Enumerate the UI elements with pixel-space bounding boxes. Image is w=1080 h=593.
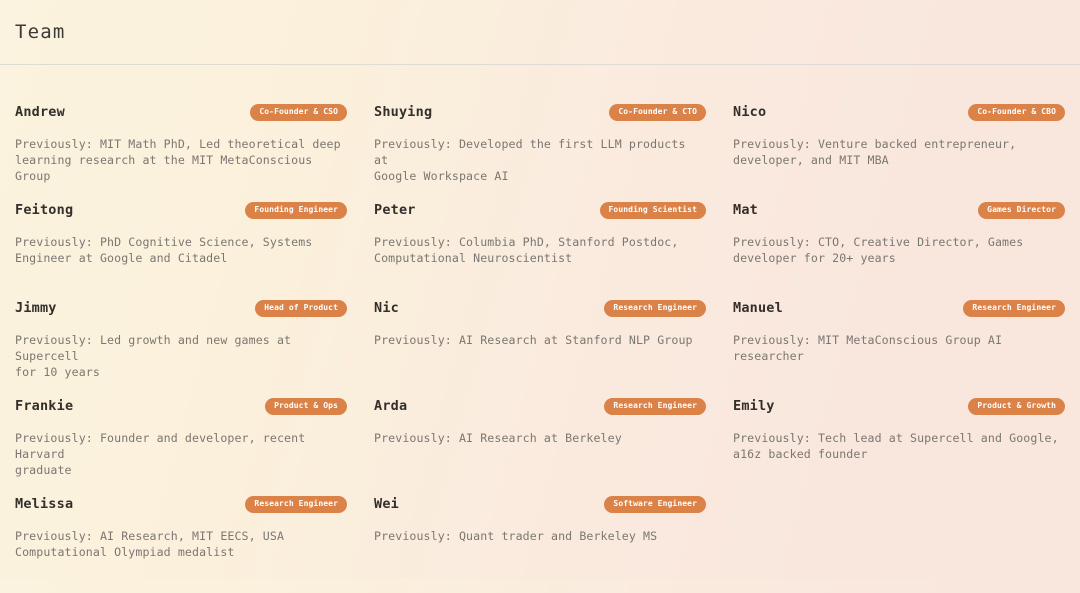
team-member-bio: Previously: Led growth and new games at … bbox=[15, 333, 347, 381]
team-member-role-badge: Founding Engineer bbox=[245, 202, 347, 219]
team-member-role-badge: Research Engineer bbox=[963, 300, 1065, 317]
team-member-bio: Previously: MIT Math PhD, Led theoretica… bbox=[15, 137, 347, 185]
team-page: Team Andrew Co-Founder & CSO Previously: M… bbox=[0, 0, 1080, 579]
team-member-role-badge: Games Director bbox=[978, 202, 1065, 219]
team-member-card: Mat Games Director Previously: CTO, Creati… bbox=[733, 201, 1065, 299]
team-member-card: Nico Co-Founder & CBO Previously: Venture … bbox=[733, 103, 1065, 201]
team-member-header: Emily Product & Growth bbox=[733, 397, 1065, 415]
team-member-header: Shuying Co-Founder & CTO bbox=[374, 103, 706, 121]
team-member-bio: Previously: AI Research at Stanford NLP … bbox=[374, 333, 706, 349]
team-member-header: Frankie Product & Ops bbox=[15, 397, 347, 415]
team-member-name: Nico bbox=[733, 104, 766, 120]
team-member-name: Feitong bbox=[15, 202, 73, 218]
team-member-bio: Previously: AI Research, MIT EECS, USA C… bbox=[15, 529, 347, 561]
team-member-role-badge: Research Engineer bbox=[604, 300, 706, 317]
team-member-role-badge: Product & Ops bbox=[265, 398, 347, 415]
team-member-bio: Previously: Venture backed entrepreneur,… bbox=[733, 137, 1065, 169]
team-member-card: Jimmy Head of Product Previously: Led grow… bbox=[15, 299, 347, 397]
team-member-role-badge: Research Engineer bbox=[245, 496, 347, 513]
team-member-role-badge: Co-Founder & CBO bbox=[968, 104, 1065, 121]
team-member-bio: Previously: AI Research at Berkeley bbox=[374, 431, 706, 447]
team-member-card: Feitong Founding Engineer Previously: PhD … bbox=[15, 201, 347, 299]
team-member-card: Wei Software Engineer Previously: Quant tr… bbox=[374, 495, 706, 593]
team-member-header: Melissa Research Engineer bbox=[15, 495, 347, 513]
team-member-grid: Andrew Co-Founder & CSO Previously: MIT Ma… bbox=[0, 65, 1080, 593]
team-member-role-badge: Co-Founder & CTO bbox=[609, 104, 706, 121]
team-member-card: Emily Product & Growth Previously: Tech le… bbox=[733, 397, 1065, 495]
team-member-name: Wei bbox=[374, 496, 399, 512]
team-member-card: Frankie Product & Ops Previously: Founder … bbox=[15, 397, 347, 495]
team-member-bio: Previously: Columbia PhD, Stanford Postd… bbox=[374, 235, 706, 267]
team-member-card: Nic Research Engineer Previously: AI Resea… bbox=[374, 299, 706, 397]
team-member-name: Peter bbox=[374, 202, 416, 218]
team-member-card: Andrew Co-Founder & CSO Previously: MIT Ma… bbox=[15, 103, 347, 201]
team-member-header: Jimmy Head of Product bbox=[15, 299, 347, 317]
team-member-name: Frankie bbox=[15, 398, 73, 414]
team-member-name: Nic bbox=[374, 300, 399, 316]
team-member-name: Manuel bbox=[733, 300, 783, 316]
team-member-name: Melissa bbox=[15, 496, 73, 512]
team-member-name: Andrew bbox=[15, 104, 65, 120]
team-member-bio: Previously: MIT MetaConscious Group AI r… bbox=[733, 333, 1065, 365]
team-member-name: Shuying bbox=[374, 104, 432, 120]
team-member-bio: Previously: Quant trader and Berkeley MS bbox=[374, 529, 706, 545]
team-member-header: Nico Co-Founder & CBO bbox=[733, 103, 1065, 121]
team-member-name: Emily bbox=[733, 398, 775, 414]
team-member-role-badge: Software Engineer bbox=[604, 496, 706, 513]
team-member-bio: Previously: Tech lead at Supercell and G… bbox=[733, 431, 1065, 463]
team-member-card: Peter Founding Scientist Previously: Colum… bbox=[374, 201, 706, 299]
team-member-name: Jimmy bbox=[15, 300, 57, 316]
team-member-role-badge: Research Engineer bbox=[604, 398, 706, 415]
team-member-card: Shuying Co-Founder & CTO Previously: Devel… bbox=[374, 103, 706, 201]
team-member-card: Arda Research Engineer Previously: AI Rese… bbox=[374, 397, 706, 495]
team-member-name: Mat bbox=[733, 202, 758, 218]
team-member-name: Arda bbox=[374, 398, 407, 414]
team-member-role-badge: Co-Founder & CSO bbox=[250, 104, 347, 121]
team-member-header: Nic Research Engineer bbox=[374, 299, 706, 317]
team-member-role-badge: Founding Scientist bbox=[600, 202, 707, 219]
team-member-card: Manuel Research Engineer Previously: MIT M… bbox=[733, 299, 1065, 397]
page-title: Team bbox=[15, 21, 66, 43]
team-member-bio: Previously: Founder and developer, recen… bbox=[15, 431, 347, 479]
team-member-header: Andrew Co-Founder & CSO bbox=[15, 103, 347, 121]
team-member-header: Mat Games Director bbox=[733, 201, 1065, 219]
team-member-bio: Previously: CTO, Creative Director, Game… bbox=[733, 235, 1065, 267]
team-member-bio: Previously: Developed the first LLM prod… bbox=[374, 137, 706, 185]
team-member-header: Feitong Founding Engineer bbox=[15, 201, 347, 219]
team-member-card: Melissa Research Engineer Previously: AI R… bbox=[15, 495, 347, 593]
team-member-bio: Previously: PhD Cognitive Science, Syste… bbox=[15, 235, 347, 267]
team-member-role-badge: Head of Product bbox=[255, 300, 347, 317]
page-header: Team bbox=[0, 0, 1080, 65]
team-member-role-badge: Product & Growth bbox=[968, 398, 1065, 415]
team-member-header: Peter Founding Scientist bbox=[374, 201, 706, 219]
team-member-header: Arda Research Engineer bbox=[374, 397, 706, 415]
team-member-header: Wei Software Engineer bbox=[374, 495, 706, 513]
team-member-header: Manuel Research Engineer bbox=[733, 299, 1065, 317]
